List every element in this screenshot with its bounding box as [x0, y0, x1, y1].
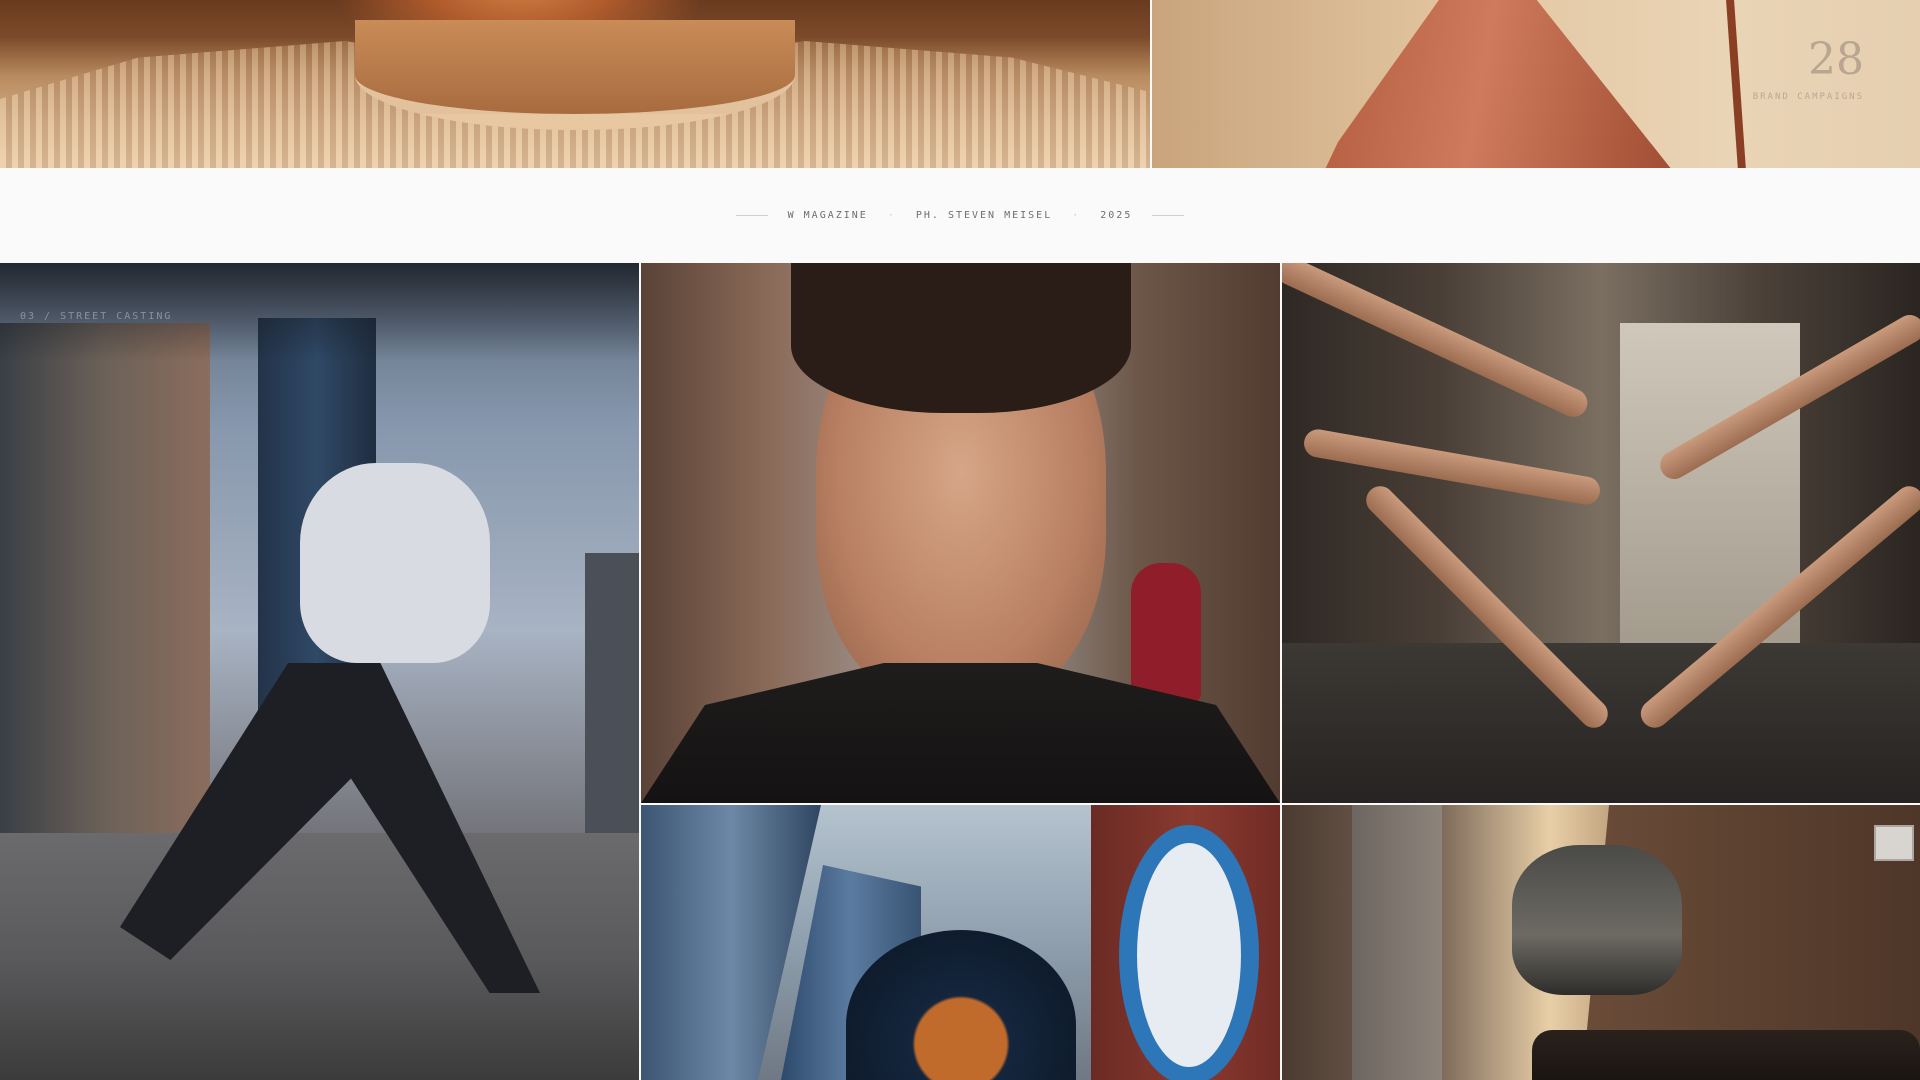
gallery-image-portrait-city[interactable]	[641, 263, 1280, 803]
credits-rule-left	[735, 215, 768, 216]
gallery-image-reaching-hands[interactable]	[1282, 263, 1920, 803]
air-conditioner	[1874, 825, 1914, 861]
gallery-image-sweater-closeup[interactable]	[0, 0, 1150, 168]
dress-shape	[1320, 0, 1680, 168]
portrait-hair	[791, 263, 1131, 413]
credit-separator: ·	[1072, 210, 1081, 221]
credit-year: 2025	[1100, 210, 1133, 221]
sweater-collar	[355, 20, 795, 130]
jumping-figure	[1512, 845, 1682, 995]
gallery-image-street-runner[interactable]: 03 / STREET CASTING	[0, 263, 639, 1080]
gallery-image-hooded-skyline[interactable]	[641, 805, 1280, 1080]
building-left	[1352, 805, 1442, 1080]
arm-shape	[1301, 427, 1603, 507]
mural-graphic	[1119, 825, 1259, 1080]
campaign-count: 28	[1808, 34, 1864, 85]
arm-shape	[1282, 263, 1592, 422]
credits-rule-right	[1152, 215, 1185, 216]
credit-separator: ·	[887, 210, 896, 221]
cane-shape	[1725, 0, 1747, 168]
section-caption: 03 / STREET CASTING	[20, 311, 173, 322]
gallery-image-street-jump[interactable]	[1282, 805, 1920, 1080]
background-pedestrian	[1131, 563, 1201, 703]
street-crowd	[1532, 1030, 1920, 1080]
top-vignette	[0, 263, 639, 1080]
credits-band: W MAGAZINE · PH. STEVEN MEISEL · 2025	[0, 168, 1920, 263]
gallery-image-terracotta-dress[interactable]: 28 BRAND CAMPAIGNS	[1152, 0, 1920, 168]
credit-publication: W MAGAZINE	[787, 210, 868, 221]
credit-photographer: PH. STEVEN MEISEL	[915, 210, 1053, 221]
campaign-count-label: BRAND CAMPAIGNS	[1752, 92, 1864, 102]
